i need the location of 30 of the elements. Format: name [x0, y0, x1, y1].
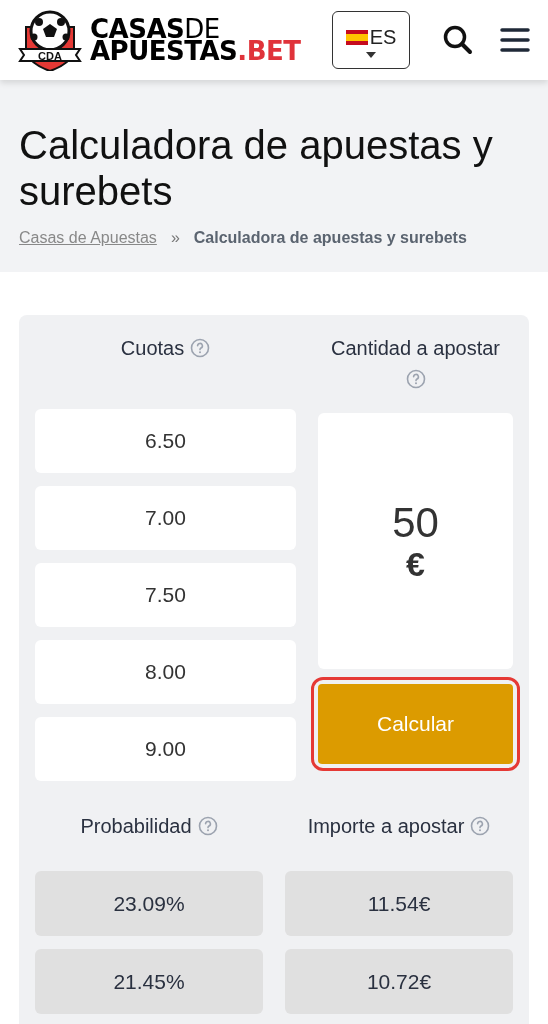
odds-input[interactable]: 7.00	[35, 486, 296, 550]
help-icon[interactable]	[197, 816, 218, 836]
help-icon[interactable]	[470, 816, 491, 836]
help-icon[interactable]	[405, 369, 426, 389]
odds-input[interactable]: 6.50	[35, 409, 296, 473]
search-icon[interactable]	[442, 24, 474, 56]
column-heading: Importe a apostar	[307, 814, 465, 839]
language-selector[interactable]: ES	[332, 11, 410, 69]
stake-result: 10.72€	[285, 949, 513, 1014]
page-title: Calculadora de apuestas y surebets	[19, 122, 494, 214]
caret-icon	[366, 52, 376, 58]
probability-result: 21.45%	[35, 949, 263, 1014]
logo-text: CASAS	[90, 18, 185, 40]
odds-input[interactable]: 9.00	[35, 717, 296, 781]
help-icon[interactable]	[190, 338, 211, 358]
column-heading: Probabilidad	[80, 814, 192, 839]
spain-flag-icon	[345, 29, 368, 45]
odds-input[interactable]: 8.00	[35, 640, 296, 704]
column-heading: Cantidad a apostar	[331, 336, 500, 361]
logo-text: DE	[184, 18, 220, 40]
breadcrumb-current: Calculadora de apuestas y surebets	[193, 228, 467, 248]
probability-result: 23.09%	[35, 871, 263, 936]
logo-text: .BET	[237, 40, 301, 62]
stake-result: 11.54€	[285, 871, 513, 936]
amount-field[interactable]: 50 €	[318, 413, 513, 669]
breadcrumb-separator: »	[170, 228, 180, 248]
odds-input[interactable]: 7.50	[35, 563, 296, 627]
logo-text: APUESTAS	[90, 40, 238, 62]
menu-icon[interactable]	[500, 27, 530, 53]
column-heading: Cuotas	[120, 336, 185, 361]
